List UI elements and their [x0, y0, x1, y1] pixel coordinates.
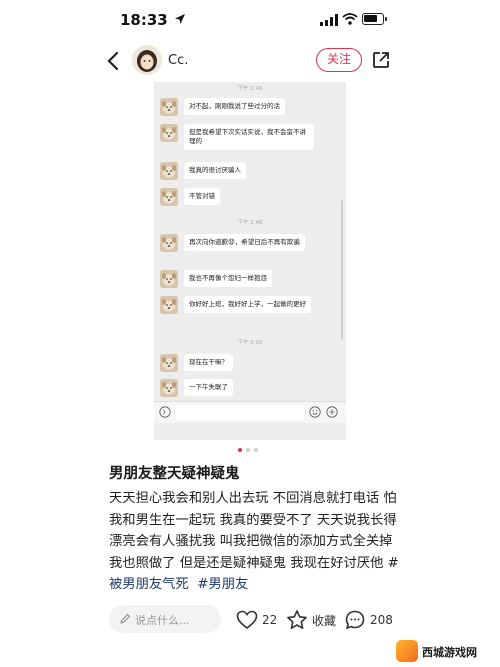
carousel-dot [254, 448, 258, 452]
emoji-icon [309, 406, 321, 418]
note-hashtag-line: 被男朋友气死 #男朋友 [109, 574, 394, 596]
chat-message: 一下午失联了 [160, 379, 233, 397]
watermark-text: 西城游戏网 [422, 646, 477, 659]
location-arrow-icon [175, 14, 185, 24]
like-count: 22 [262, 613, 278, 627]
like-button[interactable]: 22 [236, 608, 277, 632]
chat-bubble: 但是我希望下次实话实说，我不会蛮不讲理的 [184, 124, 314, 150]
chat-time-divider: 下午 2:48 [237, 220, 263, 226]
chat-bubble: 不管对错 [184, 188, 220, 205]
site-watermark: 西城游戏网 [392, 636, 500, 667]
chat-bubble: 对不起，刚刚我说了些过分的话 [184, 98, 285, 115]
chat-message: 你好好上班，我好好上学，一起做的更好 [160, 296, 311, 314]
note-line: 天天担心我会和别人出去玩 不回消息就打电话 怕 [109, 491, 397, 506]
status-bar: 18:33 [0, 0, 500, 40]
carousel-dot [238, 448, 242, 452]
chat-bubble: 我真的很讨厌骗人 [184, 162, 246, 179]
hashtag-link[interactable]: #男朋友 [197, 577, 248, 592]
dog-avatar-icon [160, 124, 178, 142]
voice-icon [159, 406, 171, 418]
note-line: 我也照做了 但是还是疑神疑鬼 我现在好讨厌他 # [109, 555, 399, 571]
note-body: 天天担心我会和别人出去玩 不回消息就打电话 怕 我和男生在一起玩 我真的要受不了… [109, 488, 399, 596]
chat-bubble: 现在在干嘛？ [184, 354, 233, 371]
carousel-indicator [238, 448, 258, 452]
chat-input-field [176, 405, 304, 420]
battery-level [364, 15, 377, 22]
star-icon [287, 610, 307, 629]
collect-button[interactable]: 收藏 [286, 608, 336, 632]
chat-scrollbar [341, 200, 343, 340]
chat-message: 现在在干嘛？ [160, 354, 233, 372]
note-line: 漂亮会有人骚扰我 叫我把微信的添加方式全关掉 [109, 534, 393, 549]
battery-icon [362, 13, 387, 25]
note-image-chat-screenshot[interactable]: 下午 2:46 对不起，刚刚我说了些过分的话 但是我希望下次实话实说，我不会蛮不… [154, 82, 346, 440]
chat-bubble: 再次向你道歉😧，希望日后不再有欺骗 [184, 234, 305, 251]
status-time: 18:33 [120, 11, 168, 29]
back-chevron-icon[interactable] [104, 50, 124, 72]
share-icon[interactable] [371, 50, 391, 70]
note-title: 男朋友整天疑神疑鬼 [109, 466, 240, 482]
plus-icon [326, 406, 338, 418]
chat-message: 但是我希望下次实话实说，我不会蛮不讲理的 [160, 124, 314, 150]
dog-avatar-icon [160, 379, 178, 397]
comment-input[interactable]: 说点什么... [109, 605, 221, 633]
dog-avatar-icon [160, 296, 178, 314]
carousel-dot [246, 448, 250, 452]
chat-message: 我真的很讨厌骗人 [160, 162, 246, 180]
dog-avatar-icon [160, 354, 178, 372]
cellular-signal-icon [320, 14, 338, 26]
chat-bubble: 一下午失联了 [184, 379, 233, 396]
comment-placeholder: 说点什么... [135, 614, 190, 627]
heart-icon [236, 610, 258, 630]
chat-time-divider: 下午 5:00 [237, 340, 263, 346]
chat-bubble: 我也不再像个怨妇一样抱怨 [184, 270, 272, 287]
chat-time-divider: 下午 2:46 [237, 86, 263, 92]
chat-message: 不管对错 [160, 188, 220, 206]
chat-message: 再次向你道歉😧，希望日后不再有欺骗 [160, 234, 305, 252]
chat-message: 我也不再像个怨妇一样抱怨 [160, 270, 272, 288]
dog-avatar-icon [160, 162, 178, 180]
comment-count: 208 [370, 613, 393, 627]
dog-avatar-icon [160, 188, 178, 206]
chat-bubble: 你好好上班，我好好上学，一起做的更好 [184, 296, 311, 313]
hashtag-link[interactable]: 被男朋友气死 [109, 577, 189, 592]
note-line: 我和男生在一起玩 我真的要受不了 天天说我长得 [109, 512, 397, 528]
comment-button[interactable]: 208 [344, 608, 393, 632]
wifi-icon [342, 13, 358, 25]
chat-input-bar [154, 401, 346, 423]
comment-bubble-icon [345, 610, 365, 630]
dog-avatar-icon [160, 270, 178, 288]
dog-avatar-icon [160, 98, 178, 116]
chat-message: 对不起，刚刚我说了些过分的话 [160, 98, 285, 116]
pencil-icon [120, 613, 131, 624]
collect-label: 收藏 [312, 613, 337, 628]
author-name[interactable]: Cc. [168, 53, 188, 68]
dog-avatar-icon [160, 234, 178, 252]
follow-button[interactable]: 关注 [316, 48, 362, 72]
watermark-logo-icon [396, 640, 418, 662]
author-avatar[interactable] [132, 45, 162, 75]
